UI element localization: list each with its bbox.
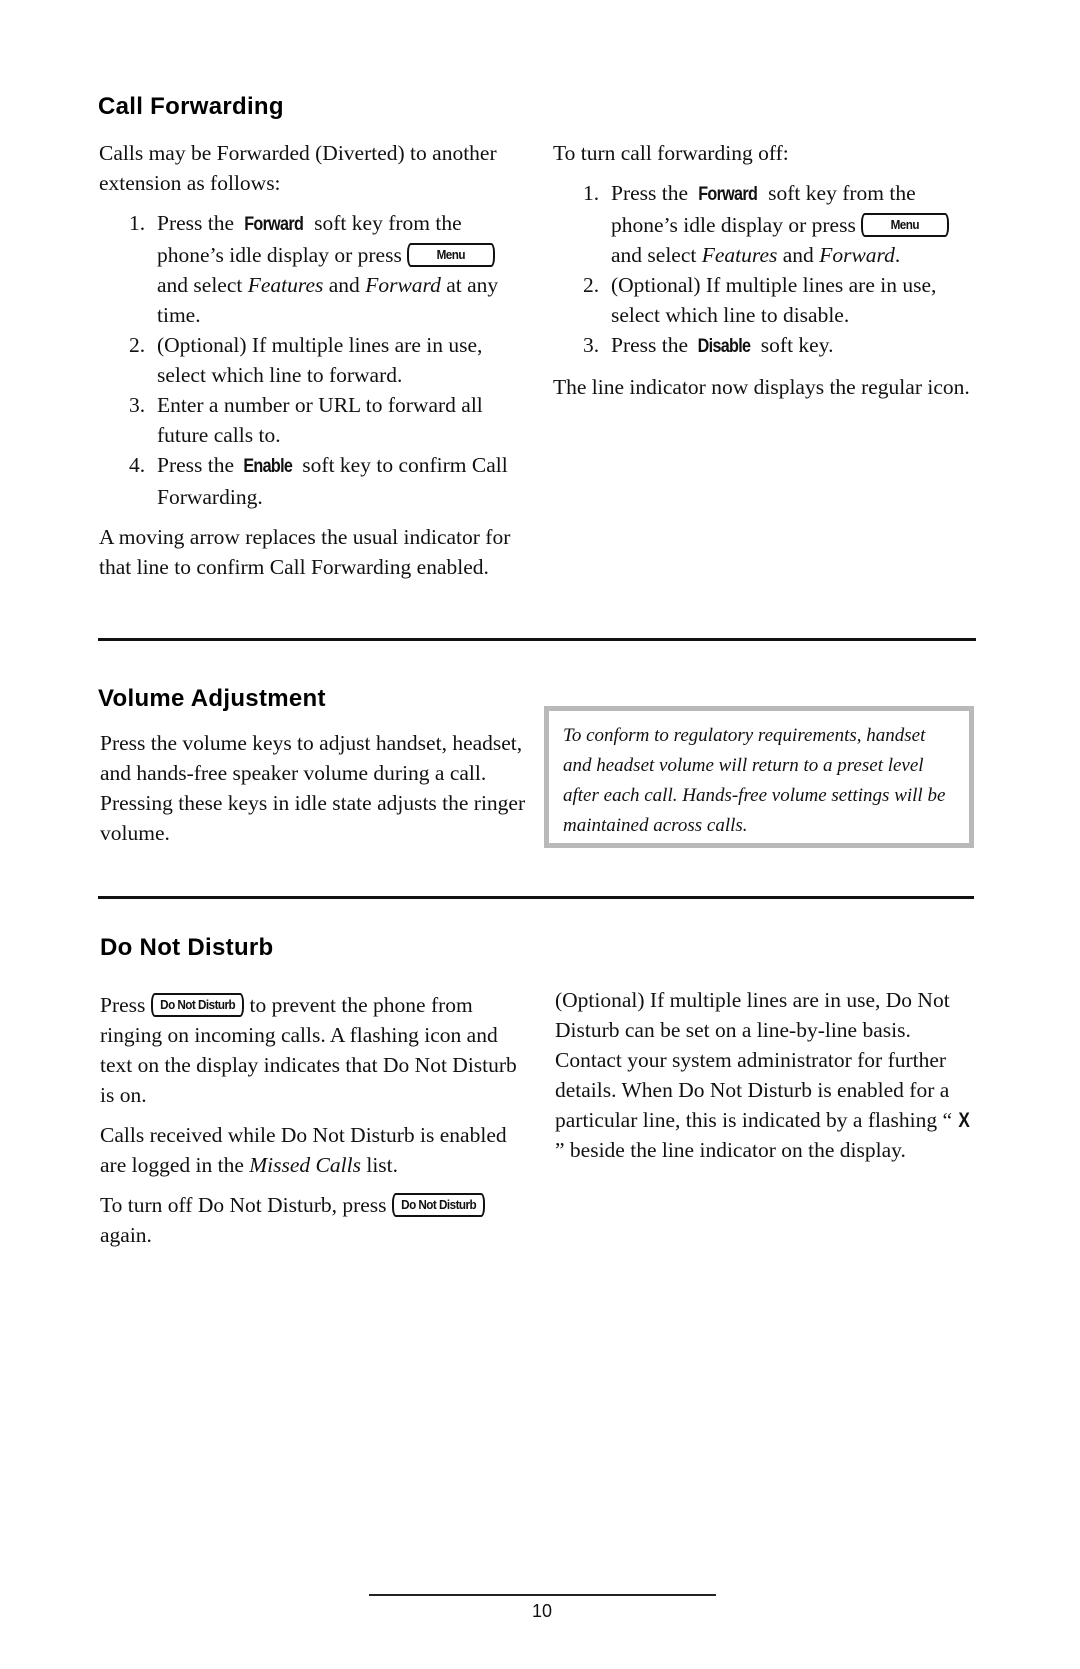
volume-adjustment-text: Press the volume keys to adjust handset,… <box>100 731 526 845</box>
section-heading-do-not-disturb: Do Not Disturb <box>100 934 274 961</box>
step-text: and <box>777 243 820 267</box>
dnd-right-column: (Optional) If multiple lines are in use,… <box>555 985 980 1175</box>
dnd-paragraph-2: Calls received while Do Not Disturb is e… <box>100 1120 530 1180</box>
menu-key-label: Menu <box>436 247 466 263</box>
footer-rule <box>369 1594 716 1596</box>
step-text: and select <box>157 273 248 297</box>
step-item: 4. Press the Enable soft key to confirm … <box>99 450 524 512</box>
dnd-left-column: Press Do Not Disturb to prevent the phon… <box>100 990 530 1260</box>
flashing-x-icon: X <box>958 1108 971 1132</box>
step-text: Press the <box>157 453 240 477</box>
step-text: and <box>323 273 366 297</box>
dnd-multiline-paragraph: (Optional) If multiple lines are in use,… <box>555 985 980 1165</box>
section-divider <box>98 638 976 641</box>
call-forwarding-left-column: Calls may be Forwarded (Diverted) to ano… <box>99 138 524 592</box>
dnd-text: To turn off Do Not Disturb, press <box>100 1193 392 1217</box>
step-number: 2. <box>583 273 600 297</box>
dnd-key-label: Do Not Disturb <box>159 997 236 1013</box>
dnd-text: (Optional) If multiple lines are in use,… <box>555 988 958 1132</box>
forward-menu-ref: Forward <box>819 243 895 267</box>
menu-key-icon: Menu <box>861 213 950 238</box>
regulatory-note-box: To conform to regulatory requirements, h… <box>544 706 974 848</box>
disable-softkey-label: Disable <box>698 336 751 357</box>
call-forwarding-off-outro: The line indicator now displays the regu… <box>553 375 970 399</box>
forward-softkey-label: Forward <box>244 214 305 235</box>
menu-key-label: Menu <box>890 217 920 233</box>
page-number: 10 <box>531 1601 553 1621</box>
step-text: Press the <box>611 181 694 205</box>
dnd-paragraph-1: Press Do Not Disturb to prevent the phon… <box>100 990 530 1110</box>
features-menu-ref: Features <box>701 243 778 267</box>
regulatory-note-text: To conform to regulatory requirements, h… <box>563 725 946 836</box>
enable-softkey-label: Enable <box>243 456 294 477</box>
step-text: Enter a number or URL to forward all fut… <box>157 393 483 447</box>
do-not-disturb-key-icon: Do Not Disturb <box>391 1193 486 1218</box>
section-heading-call-forwarding: Call Forwarding <box>98 93 284 120</box>
dnd-key-label: Do Not Disturb <box>401 1197 477 1213</box>
volume-adjustment-body: Press the volume keys to adjust handset,… <box>100 728 530 858</box>
dnd-text: list. <box>360 1153 399 1177</box>
call-forwarding-intro: Calls may be Forwarded (Diverted) to ano… <box>99 141 497 195</box>
step-text: and select <box>611 243 702 267</box>
call-forwarding-off-intro: To turn call forwarding off: <box>553 141 789 165</box>
call-forwarding-steps: 1. Press the Forward soft key from the p… <box>99 208 524 512</box>
step-item: 3. Press the Disable soft key. <box>553 330 978 362</box>
forward-softkey-label: Forward <box>698 184 759 205</box>
menu-key-icon: Menu <box>407 243 496 268</box>
step-text: . <box>894 243 901 267</box>
step-item: 1. Press the Forward soft key from the p… <box>553 178 978 270</box>
step-number: 1. <box>583 181 600 205</box>
call-forwarding-off-steps: 1. Press the Forward soft key from the p… <box>553 178 978 362</box>
call-forwarding-outro: A moving arrow replaces the usual indica… <box>99 525 511 579</box>
features-menu-ref: Features <box>247 273 324 297</box>
step-item: 1. Press the Forward soft key from the p… <box>99 208 524 330</box>
step-text: (Optional) If multiple lines are in use,… <box>611 273 937 327</box>
step-number: 2. <box>129 333 146 357</box>
step-number: 4. <box>129 453 146 477</box>
dnd-paragraph-3: To turn off Do Not Disturb, press Do Not… <box>100 1190 530 1250</box>
step-text: Press the <box>157 211 240 235</box>
step-text: (Optional) If multiple lines are in use,… <box>157 333 483 387</box>
step-item: 3. Enter a number or URL to forward all … <box>99 390 524 450</box>
section-divider <box>98 896 974 899</box>
step-number: 3. <box>583 333 600 357</box>
do-not-disturb-key-icon: Do Not Disturb <box>150 993 245 1018</box>
missed-calls-ref: Missed Calls <box>249 1153 361 1177</box>
step-item: 2. (Optional) If multiple lines are in u… <box>553 270 978 330</box>
dnd-text: again. <box>100 1223 152 1247</box>
dnd-text: Press <box>100 993 151 1017</box>
step-number: 3. <box>129 393 146 417</box>
step-text: soft key. <box>755 333 834 357</box>
step-text: Press the <box>611 333 694 357</box>
forward-menu-ref: Forward <box>365 273 441 297</box>
dnd-text: ” beside the line indicator on the displ… <box>555 1138 906 1162</box>
step-item: 2. (Optional) If multiple lines are in u… <box>99 330 524 390</box>
call-forwarding-right-column: To turn call forwarding off: 1. Press th… <box>553 138 978 412</box>
section-heading-volume-adjustment: Volume Adjustment <box>98 685 326 712</box>
step-number: 1. <box>129 211 146 235</box>
